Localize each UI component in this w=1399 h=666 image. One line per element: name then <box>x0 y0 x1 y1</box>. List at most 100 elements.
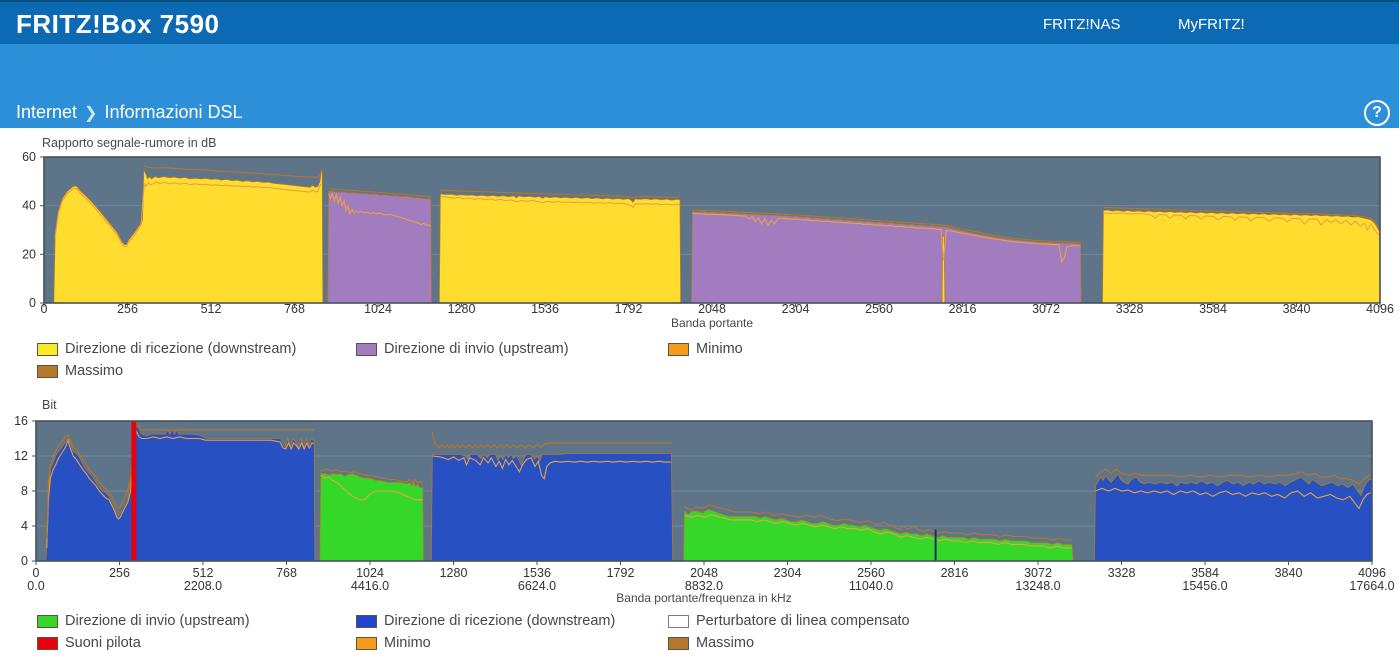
y-tick-label: 8 <box>21 484 28 498</box>
bit-legend: Direzione di invio (upstream) Direzione d… <box>37 610 1377 654</box>
myfritz-link[interactable]: MyFRITZ! <box>1178 16 1245 33</box>
freq-tick-label: 2208.0 <box>184 579 222 593</box>
x-tick-label: 4096 <box>1358 566 1386 580</box>
x-tick-label: 768 <box>284 302 305 316</box>
legend-swatch-upstream <box>356 342 377 356</box>
freq-tick-label: 4416.0 <box>351 579 389 593</box>
legend-label-massimo: Massimo <box>65 363 124 379</box>
legend-item-perturbatore: Perturbatore di linea compensato <box>668 613 1008 629</box>
legend-label-minimo: Minimo <box>696 341 743 357</box>
legend-swatch-downstream <box>37 342 58 356</box>
chart-title: Rapporto segnale-rumore in dB <box>42 136 216 150</box>
legend-label-downstream: Direzione di ricezione (downstream) <box>65 341 297 357</box>
x-tick-label: 256 <box>117 302 138 316</box>
x-tick-label: 3072 <box>1024 566 1052 580</box>
legend-item-downstream: Direzione di ricezione (downstream) <box>356 613 668 629</box>
breadcrumb: Internet ❯ Informazioni DSL <box>16 102 243 123</box>
y-tick-label: 12 <box>14 449 28 463</box>
legend-swatch-perturbatore <box>668 614 689 628</box>
bit-chart: Bit 0 4 8 12 16 0 256 512 768 1024 1280 1536 1792 2048… <box>14 398 1395 605</box>
x-tick-label: 3328 <box>1116 302 1144 316</box>
y-tick-label: 60 <box>22 150 36 164</box>
x-tick-label: 3584 <box>1199 302 1227 316</box>
area-upstream <box>327 190 432 304</box>
x-tick-label: 1536 <box>523 566 551 580</box>
y-tick-label: 0 <box>21 554 28 568</box>
fritznas-link[interactable]: FRITZ!NAS <box>1043 16 1121 33</box>
help-icon[interactable]: ? <box>1364 100 1390 126</box>
x-tick-label: 2560 <box>857 566 885 580</box>
legend-item-upstream: Direzione di invio (upstream) <box>37 613 356 629</box>
x-tick-label: 1024 <box>364 302 392 316</box>
area-downstream <box>1093 472 1373 562</box>
x-tick-label: 1280 <box>440 566 468 580</box>
x-tick-label: 1024 <box>356 566 384 580</box>
snr-chart: Rapporto segnale-rumore in dB 0 20 40 60 0 256… <box>22 136 1394 330</box>
legend-item-minimo: Minimo <box>668 341 1008 357</box>
freq-tick-label: 0.0 <box>27 579 44 593</box>
y-tick-label: 20 <box>22 247 36 261</box>
snr-legend: Direzione di ricezione (downstream) Direz… <box>37 338 1377 382</box>
sub-bar: Internet❯Informazioni DSL ? PanoramicaDS… <box>0 44 1399 172</box>
breadcrumb-separator-icon: ❯ <box>84 105 98 122</box>
x-tick-label: 3840 <box>1275 566 1303 580</box>
x-tick-label: 2048 <box>698 302 726 316</box>
freq-tick-label: 6624.0 <box>518 579 556 593</box>
area-upstream <box>319 473 424 562</box>
legend-item-downstream: Direzione di ricezione (downstream) <box>37 341 356 357</box>
top-bar: FRITZ!Box 7590 FRITZ!NAS MyFRITZ! <box>0 0 1399 44</box>
y-tick-label: 4 <box>21 519 28 533</box>
x-tick-label: 2816 <box>949 302 977 316</box>
x-tick-label: 2304 <box>782 302 810 316</box>
legend-label-upstream: Direzione di invio (upstream) <box>65 613 250 629</box>
legend-label-downstream: Direzione di ricezione (downstream) <box>384 613 616 629</box>
legend-swatch-minimo <box>356 636 377 650</box>
x-tick-label: 1280 <box>448 302 476 316</box>
x-tick-label: 512 <box>201 302 222 316</box>
legend-label-massimo: Massimo <box>696 635 755 651</box>
legend-swatch-massimo <box>37 364 58 378</box>
x-tick-label: 4096 <box>1366 302 1394 316</box>
legend-label-minimo: Minimo <box>384 635 431 651</box>
x-tick-label: 1536 <box>531 302 559 316</box>
x-tick-label: 512 <box>193 566 214 580</box>
legend-item-minimo: Minimo <box>356 635 668 651</box>
x-tick-label: 1792 <box>607 566 635 580</box>
x-tick-label: 0 <box>41 302 48 316</box>
legend-swatch-downstream <box>356 614 377 628</box>
x-tick-label: 1792 <box>615 302 643 316</box>
legend-swatch-pilota <box>37 636 58 650</box>
area-downstream <box>438 193 682 304</box>
x-tick-label: 256 <box>109 566 130 580</box>
area-downstream <box>430 453 674 562</box>
x-axis-caption: Banda portante/frequenza in kHz <box>616 591 791 605</box>
main-content: Rapporto segnale-rumore in dB 0 20 40 60 0 256… <box>0 128 1399 666</box>
legend-item-massimo: Massimo <box>37 363 356 379</box>
legend-swatch-massimo <box>668 636 689 650</box>
legend-swatch-upstream <box>37 614 58 628</box>
x-tick-label: 3328 <box>1108 566 1136 580</box>
legend-item-massimo: Massimo <box>668 635 1008 651</box>
x-tick-label: 3840 <box>1283 302 1311 316</box>
legend-label-perturbatore: Perturbatore di linea compensato <box>696 613 910 629</box>
y-tick-label: 0 <box>29 296 36 310</box>
brand-logo: FRITZ!Box 7590 <box>16 9 220 39</box>
legend-item-pilota: Suoni pilota <box>37 635 356 651</box>
x-tick-label: 2560 <box>865 302 893 316</box>
x-tick-label: 768 <box>276 566 297 580</box>
disturber-marker <box>934 529 937 561</box>
freq-tick-label: 11040.0 <box>849 579 893 593</box>
x-tick-label: 2304 <box>774 566 802 580</box>
x-tick-label: 3584 <box>1191 566 1219 580</box>
legend-label-upstream: Direzione di invio (upstream) <box>384 341 569 357</box>
freq-tick-label: 13248.0 <box>1015 579 1060 593</box>
pilot-tone <box>131 421 137 561</box>
freq-tick-label: 15456.0 <box>1182 579 1227 593</box>
area-downstream <box>1101 209 1381 304</box>
y-tick-label: 16 <box>14 414 28 428</box>
freq-tick-label: 17664.0 <box>1349 579 1394 593</box>
x-axis-caption: Banda portante <box>671 316 753 330</box>
breadcrumb-section[interactable]: Internet <box>16 102 77 122</box>
legend-swatch-minimo <box>668 342 689 356</box>
x-tick-label: 0 <box>33 566 40 580</box>
